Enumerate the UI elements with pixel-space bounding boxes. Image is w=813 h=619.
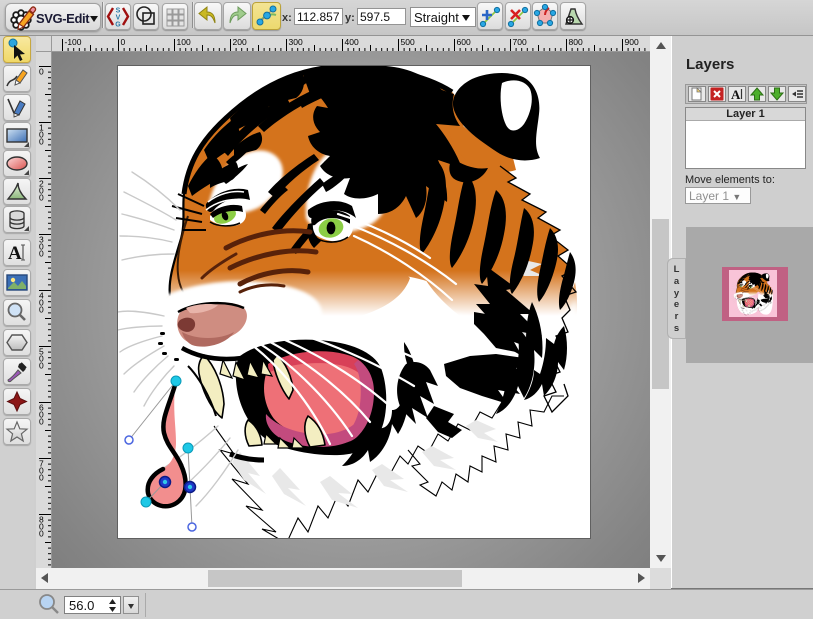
svg-text:0: 0 <box>39 67 44 77</box>
svg-text:S: S <box>116 8 121 15</box>
svg-text:A: A <box>731 87 741 101</box>
svg-text:700: 700 <box>513 37 527 47</box>
svg-text:G: G <box>115 22 121 29</box>
svg-text:400: 400 <box>39 291 44 315</box>
svg-text:800: 800 <box>569 37 583 47</box>
svg-text:100: 100 <box>177 37 191 47</box>
svg-text:A: A <box>8 243 22 264</box>
svg-text:300: 300 <box>39 235 44 259</box>
svg-text:300: 300 <box>289 37 303 47</box>
svg-text:500: 500 <box>39 347 44 371</box>
svg-text:500: 500 <box>401 37 415 47</box>
svg-text:900: 900 <box>625 37 639 47</box>
svg-text:200: 200 <box>233 37 247 47</box>
svg-text:V: V <box>116 15 121 22</box>
svg-text:400: 400 <box>345 37 359 47</box>
svg-text:0: 0 <box>121 37 126 47</box>
svg-text:-100: -100 <box>65 37 82 47</box>
svg-text:200: 200 <box>39 179 44 203</box>
svg-text:700: 700 <box>39 459 44 483</box>
svg-text:800: 800 <box>39 515 44 539</box>
svg-text:600: 600 <box>39 403 44 427</box>
svg-text:600: 600 <box>457 37 471 47</box>
svg-text:100: 100 <box>39 123 44 147</box>
